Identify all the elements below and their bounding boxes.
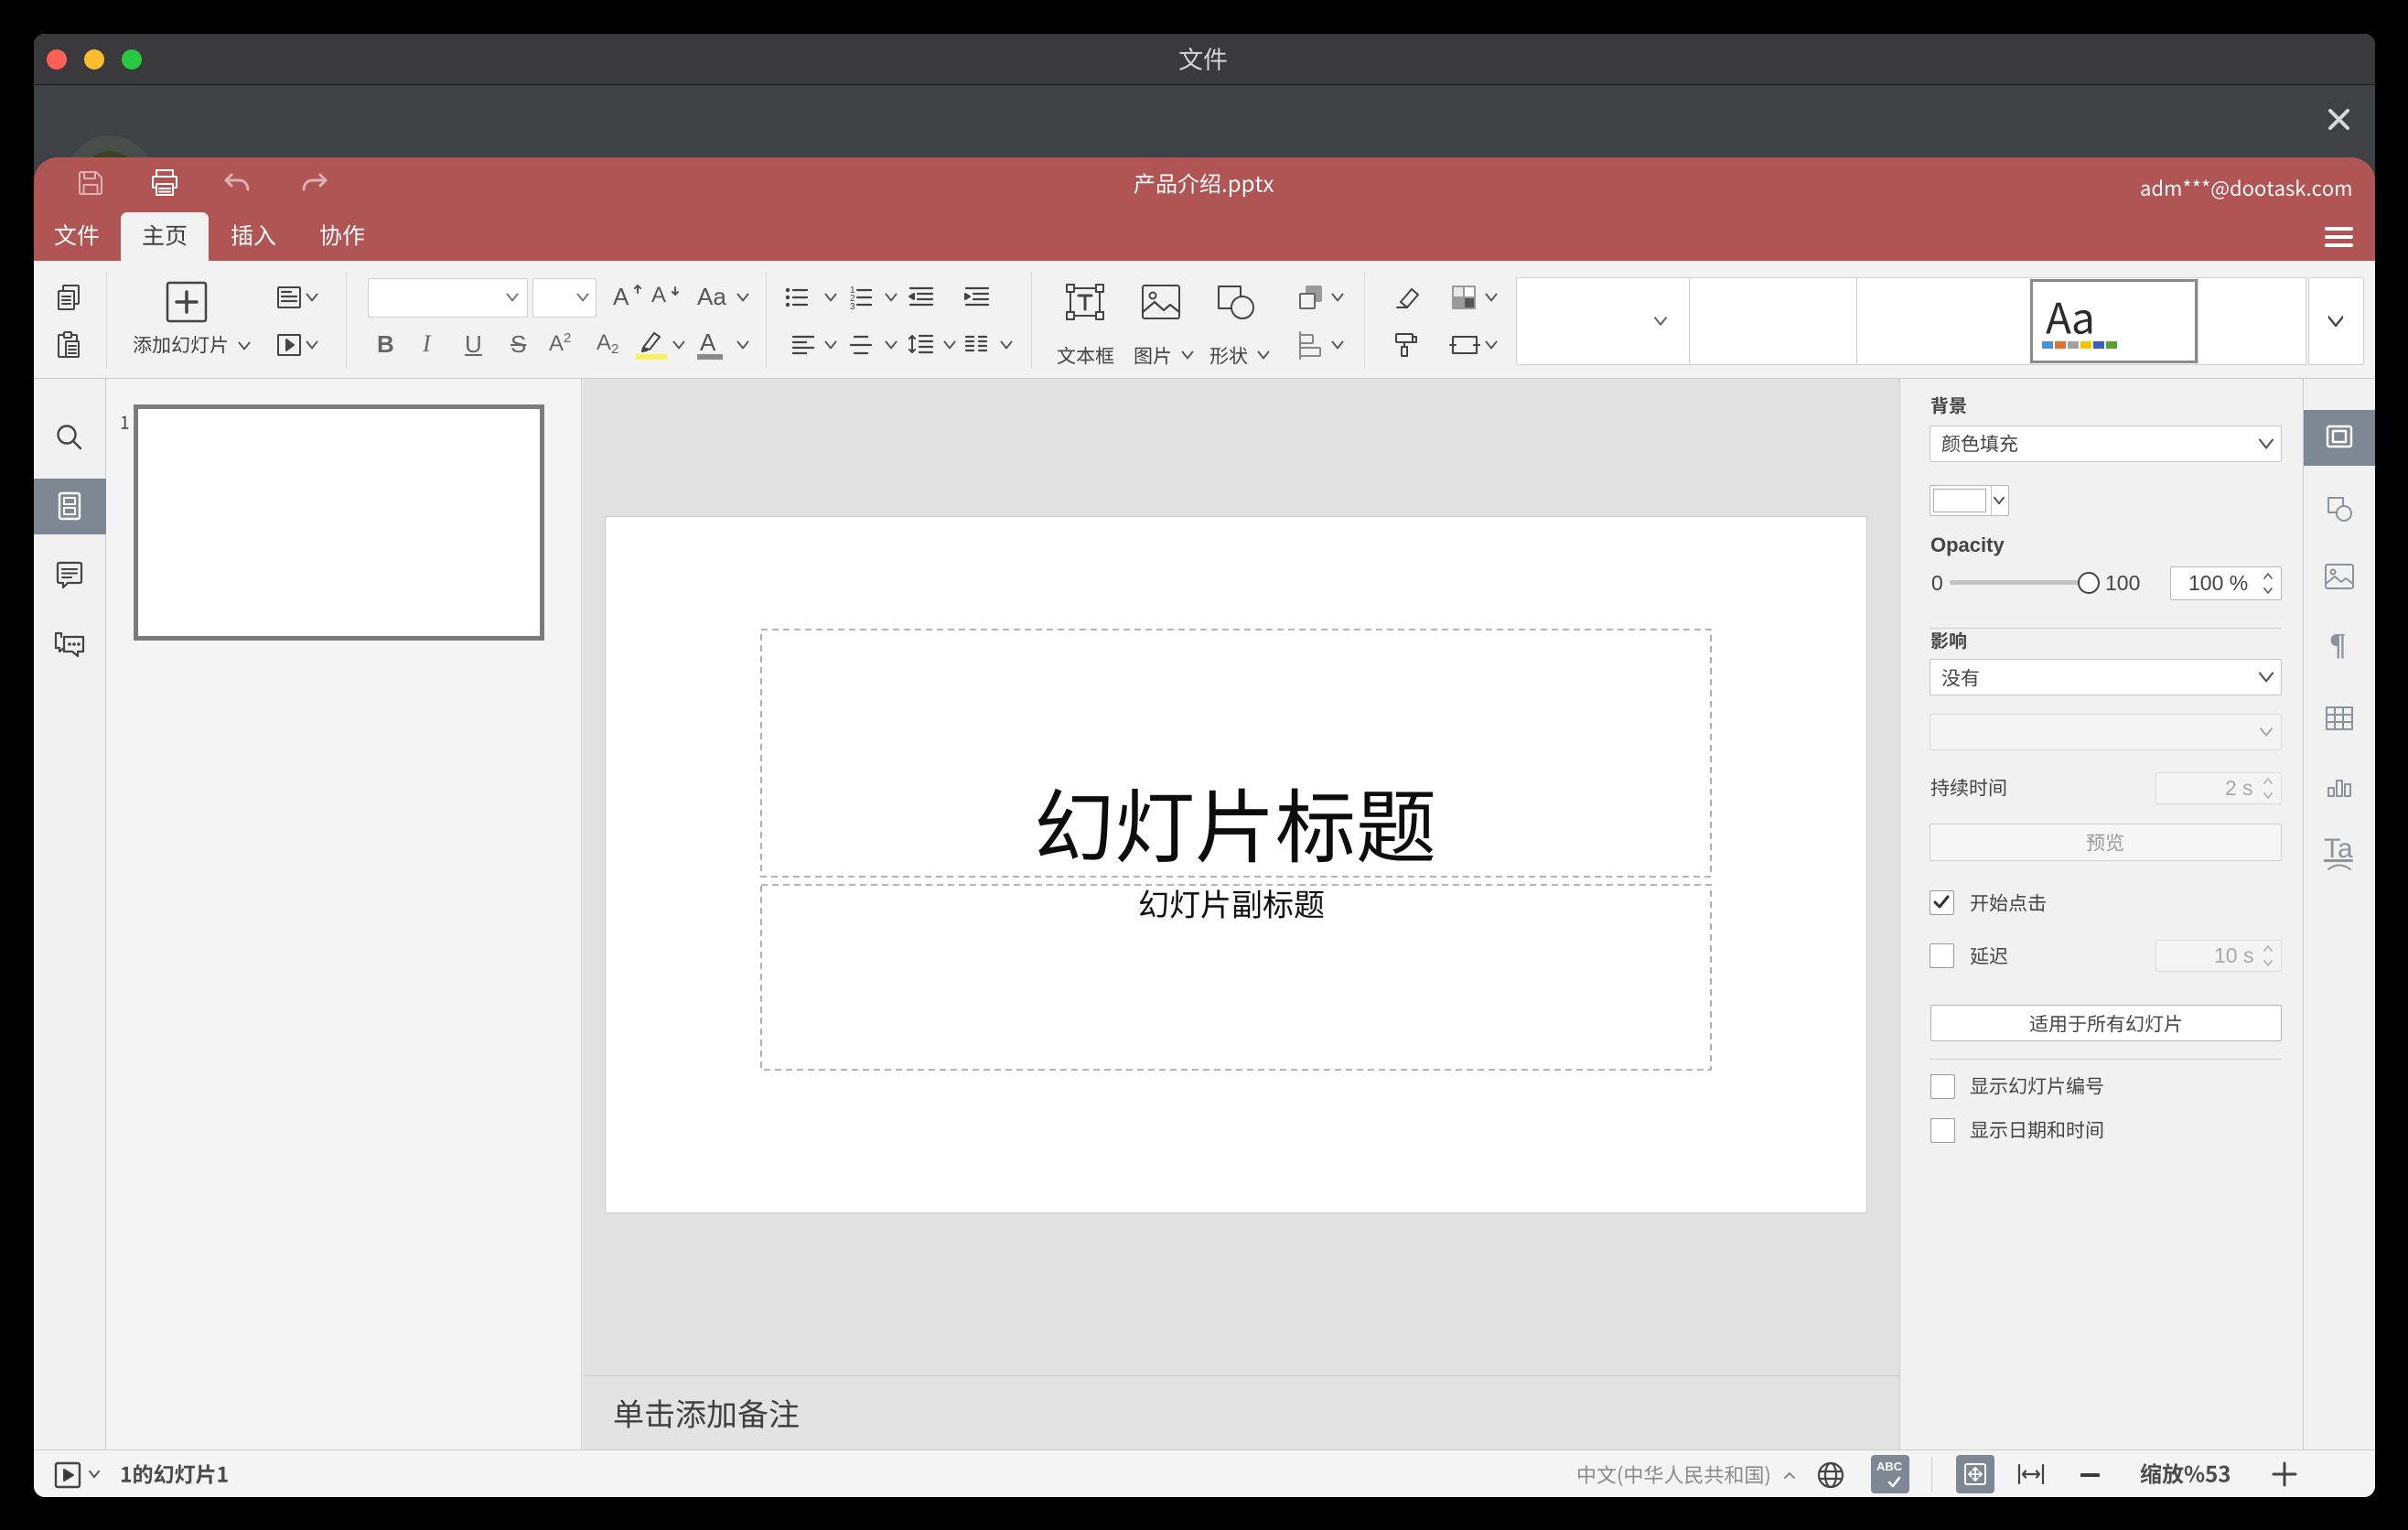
svg-text:3: 3 [850,302,855,312]
